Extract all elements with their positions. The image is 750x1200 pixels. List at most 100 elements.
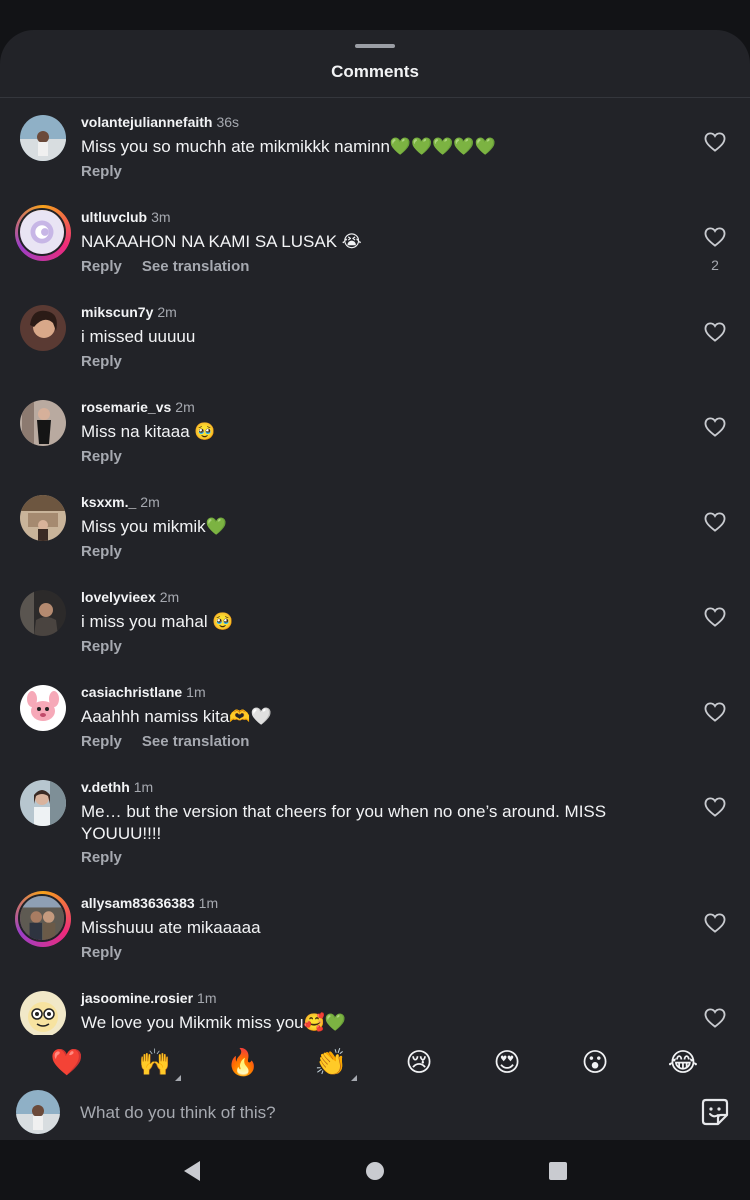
comment-actions: Reply xyxy=(81,353,122,370)
username[interactable]: ultluvclub xyxy=(81,209,147,225)
comment-text: i miss you mahal 🥹 xyxy=(81,612,234,631)
username[interactable]: volantejulianne­faith xyxy=(81,114,212,130)
comment-text: We love you Mikmik miss you🥰💚 xyxy=(81,1013,346,1032)
reaction-heart-eyes[interactable]: 😍 xyxy=(487,1047,527,1077)
username[interactable]: ksxxm._ xyxy=(81,494,136,510)
comment-actions: Reply xyxy=(81,638,122,655)
comment-text: Misshuuu ate mikaaaaa xyxy=(81,918,261,937)
heart-icon[interactable] xyxy=(704,607,726,627)
comment-text: Miss you mikmik💚 xyxy=(81,517,227,536)
comment-text: Me… but the version that cheers for you … xyxy=(81,802,607,843)
username[interactable]: mikscun7y xyxy=(81,304,153,320)
heart-icon[interactable] xyxy=(704,913,726,933)
comment-text: Miss na kitaaa 🥹 xyxy=(81,422,216,441)
heart-icon[interactable] xyxy=(704,417,726,437)
square-recents-icon[interactable] xyxy=(545,1158,571,1184)
comment-text: Aaahhh namiss kita🫶🤍 xyxy=(81,707,272,726)
username[interactable]: jasoomine.rosier xyxy=(81,990,193,1006)
heart-icon[interactable] xyxy=(704,132,726,152)
comment-item: rosemarie_vs 2m Miss na kitaaa 🥹 Reply xyxy=(0,385,750,480)
sticker-icon[interactable] xyxy=(701,1098,729,1126)
heart-icon[interactable] xyxy=(704,322,726,342)
comment-actions: Reply xyxy=(81,543,122,560)
reply-button[interactable]: Reply xyxy=(81,448,122,465)
reaction-heart[interactable]: ❤️ xyxy=(47,1047,87,1077)
avatar[interactable] xyxy=(20,115,66,161)
heart-icon[interactable] xyxy=(704,227,726,247)
comment-input[interactable] xyxy=(78,1098,642,1128)
avatar[interactable] xyxy=(20,495,66,541)
timestamp: 1m xyxy=(133,779,154,795)
reply-button[interactable]: Reply xyxy=(81,849,122,866)
comment-item: lovelyvieex 2m i miss you mahal 🥹 Reply xyxy=(0,575,750,670)
circle-home-icon[interactable] xyxy=(362,1158,388,1184)
username[interactable]: rosemarie_vs xyxy=(81,399,171,415)
avatar-story-ring[interactable] xyxy=(15,891,71,947)
heart-icon[interactable] xyxy=(704,1008,726,1028)
reply-button[interactable]: Reply xyxy=(81,944,122,961)
username[interactable]: allysam83636383 xyxy=(81,895,195,911)
timestamp: 1m xyxy=(186,684,206,700)
avatar[interactable] xyxy=(20,991,66,1035)
reply-button[interactable]: Reply xyxy=(81,733,122,750)
skin-tone-indicator xyxy=(175,1075,181,1081)
reaction-raised-hands[interactable]: 🙌 xyxy=(135,1047,181,1081)
comment-item: mikscun7y 2m i missed uuuuu Reply xyxy=(0,290,750,385)
comment-meta: volantejulianne­faith 36s xyxy=(81,114,239,130)
reply-button[interactable]: Reply xyxy=(81,543,122,560)
skin-tone-indicator xyxy=(351,1075,357,1081)
reaction-cry[interactable]: 😢 xyxy=(399,1047,439,1077)
avatar[interactable] xyxy=(20,305,66,351)
comment-meta: allysam83636383 1m xyxy=(81,895,218,911)
comment-actions: Reply See translation xyxy=(81,733,249,750)
avatar[interactable] xyxy=(20,780,66,826)
timestamp: 1m xyxy=(198,895,219,911)
comment-text: NAKAAHON NA KAMI SA LUSAK 😭 xyxy=(81,232,362,251)
timestamp: 1m xyxy=(197,990,217,1006)
see-translation-button[interactable]: See translation xyxy=(142,733,250,750)
reaction-fire[interactable]: 🔥 xyxy=(223,1047,263,1077)
heart-icon[interactable] xyxy=(704,797,726,817)
timestamp: 2m xyxy=(175,399,195,415)
avatar[interactable] xyxy=(20,590,66,636)
comment-item: volantejulianne­faith 36s Miss you so muc… xyxy=(0,100,750,195)
username[interactable]: v.dethh xyxy=(81,779,130,795)
timestamp: 3m xyxy=(151,209,171,225)
comment-list[interactable]: volantejulianne­faith 36s Miss you so muc… xyxy=(0,100,750,1035)
reply-button[interactable]: Reply xyxy=(81,353,122,370)
comment-meta: ksxxm._ 2m xyxy=(81,494,160,510)
triangle-back-icon[interactable] xyxy=(180,1158,206,1184)
comment-meta: jasoomine.rosier 1m xyxy=(81,990,217,1006)
comment-text: Miss you so muchh ate mikmikkk naminn💚💚💚… xyxy=(81,137,496,156)
comment-item: jasoomine.rosier 1m We love you Mikmik mi… xyxy=(0,976,750,1035)
quick-reactions-bar: ❤️ 🙌 🔥 👏 😢 😍 😮 😂 xyxy=(0,1035,750,1091)
reply-button[interactable]: Reply xyxy=(81,258,122,275)
avatar[interactable] xyxy=(20,400,66,446)
comment-item: casiachristlane 1m Aaahhh namiss kita🫶🤍 R… xyxy=(0,670,750,765)
timestamp: 2m xyxy=(157,304,177,320)
reaction-wow[interactable]: 😮 xyxy=(575,1047,615,1077)
comment-meta: v.dethh 1m xyxy=(81,779,153,795)
avatar[interactable] xyxy=(20,685,66,731)
timestamp: 2m xyxy=(159,589,180,605)
system-nav-bar xyxy=(0,1140,750,1200)
reaction-clap[interactable]: 👏 xyxy=(311,1047,357,1081)
comment-item: v.dethh 1m Me… but the version that cheer… xyxy=(0,765,750,881)
comment-composer xyxy=(0,1085,750,1140)
comments-sheet: Comments volantejulianne­faith 36s Miss y… xyxy=(0,30,750,1140)
heart-icon[interactable] xyxy=(704,702,726,722)
comment-text: i missed uuuuu xyxy=(81,327,196,346)
see-translation-button[interactable]: See translation xyxy=(142,258,250,275)
reaction-laugh[interactable]: 😂 xyxy=(663,1047,703,1077)
username[interactable]: lovelyvieex xyxy=(81,589,156,605)
avatar-story-ring[interactable] xyxy=(15,205,71,261)
divider xyxy=(0,97,750,98)
drag-handle[interactable] xyxy=(355,44,395,48)
username[interactable]: casiachristlane xyxy=(81,684,182,700)
comment-meta: lovelyvieex 2m xyxy=(81,589,179,605)
reply-button[interactable]: Reply xyxy=(81,638,122,655)
heart-icon[interactable] xyxy=(704,512,726,532)
reply-button[interactable]: Reply xyxy=(81,163,122,180)
like-count: 2 xyxy=(711,257,719,273)
comment-actions: Reply xyxy=(81,448,122,465)
